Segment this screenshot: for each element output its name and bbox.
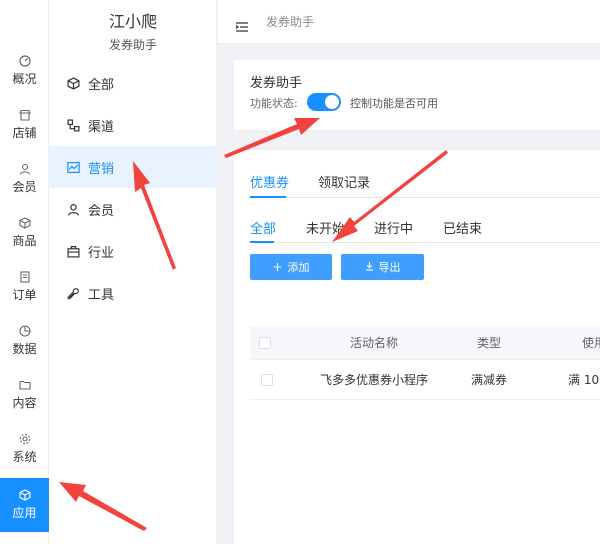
- user-icon: [19, 163, 31, 175]
- briefcase-icon: [67, 245, 80, 258]
- cube-icon: [18, 489, 31, 501]
- export-button[interactable]: 导出: [341, 254, 424, 280]
- plugin-status-card: 发券助手 功能状态: 控制功能是否可用: [234, 60, 600, 130]
- sidebar-item-label: 会员: [88, 203, 115, 219]
- rail-item-content[interactable]: 内容: [0, 370, 49, 420]
- channel-icon: [67, 118, 80, 132]
- column-header-type: 类型: [477, 336, 502, 350]
- cell-usage: 满 100: [568, 373, 600, 387]
- add-button[interactable]: + 添加: [250, 254, 332, 280]
- add-button-label: 添加: [287, 261, 310, 274]
- rail-item-label: 会员: [12, 180, 37, 194]
- primary-nav-rail: 概况 店铺 会员 商品 订单 数据 内容 系统 应用: [0, 0, 49, 544]
- download-icon: [365, 260, 374, 274]
- tab-coupons[interactable]: 优惠券: [250, 172, 289, 191]
- rail-item-label: 数据: [12, 342, 37, 356]
- cell-activity-name: 飞多多优惠券小程序: [320, 373, 429, 387]
- sidebar-item-label: 营销: [88, 161, 115, 177]
- rail-item-data[interactable]: 数据: [0, 316, 49, 366]
- main-tabs: 优惠券 领取记录: [250, 170, 600, 198]
- rail-item-order[interactable]: 订单: [0, 262, 49, 312]
- tab-active-indicator: [250, 241, 274, 243]
- pie-icon: [18, 325, 31, 337]
- sidebar-item-tools[interactable]: 工具: [49, 272, 217, 314]
- shop-icon: [18, 109, 31, 121]
- status-tabs: 全部 未开始 进行中 已结束: [250, 216, 600, 243]
- rail-item-shop[interactable]: 店铺: [0, 100, 49, 150]
- cell-type: 满减券: [471, 373, 508, 387]
- sidebar-item-label: 工具: [88, 287, 115, 303]
- rail-item-goods[interactable]: 商品: [0, 208, 49, 258]
- sidebar-item-member[interactable]: 会员: [49, 188, 217, 230]
- sidebar-item-marketing[interactable]: 营销: [49, 146, 217, 188]
- box-icon: [18, 217, 31, 229]
- sidebar-item-label: 全部: [88, 77, 115, 93]
- sidebar-item-label: 行业: [88, 245, 115, 261]
- secondary-sidebar: 江小爬 发券助手 全部 渠道 营销 会员 行业 工具: [49, 0, 217, 544]
- tab-status-all[interactable]: 全部: [250, 218, 276, 237]
- table-row[interactable]: 飞多多优惠券小程序 满减券 满 100: [250, 360, 600, 400]
- dashboard-icon: [18, 55, 31, 67]
- tab-active-indicator: [250, 196, 286, 198]
- status-label: 功能状态:: [250, 97, 298, 110]
- sidebar-item-label: 渠道: [88, 119, 115, 135]
- rail-item-label: 应用: [12, 506, 37, 520]
- rail-item-overview[interactable]: 概况: [0, 46, 49, 96]
- column-header-name: 活动名称: [350, 336, 399, 350]
- chart-icon: [67, 161, 80, 174]
- row-checkbox[interactable]: [261, 360, 273, 399]
- user-icon: [67, 203, 80, 216]
- export-button-label: 导出: [378, 261, 401, 274]
- plus-icon: +: [272, 260, 283, 274]
- app-window: 概况 店铺 会员 商品 订单 数据 内容 系统 应用 江小爬 发券助手 全部 渠…: [0, 0, 600, 544]
- column-header-usage: 使用: [582, 336, 600, 350]
- sidebar-item-all[interactable]: 全部: [49, 62, 217, 104]
- folder-icon: [18, 379, 31, 391]
- toggle-knob: [325, 95, 339, 109]
- rail-item-label: 内容: [12, 396, 37, 410]
- rail-item-system[interactable]: 系统: [0, 424, 49, 474]
- menu-fold-icon[interactable]: [235, 17, 248, 32]
- toggle-description: 控制功能是否可用: [350, 97, 438, 110]
- table-header: 活动名称 类型 使用: [250, 326, 600, 360]
- breadcrumb[interactable]: 发券助手: [266, 13, 314, 30]
- brand-title: 江小爬: [108, 12, 157, 31]
- tab-status-not-started[interactable]: 未开始: [306, 218, 345, 237]
- rail-item-label: 概况: [12, 72, 37, 86]
- plugin-title: 发券助手: [250, 76, 303, 91]
- tab-claim-records[interactable]: 领取记录: [318, 172, 370, 191]
- select-all-checkbox[interactable]: [259, 326, 271, 359]
- tab-status-in-progress[interactable]: 进行中: [374, 218, 413, 237]
- feature-toggle[interactable]: [307, 93, 341, 111]
- order-icon: [19, 271, 31, 283]
- coupon-panel: 优惠券 领取记录 全部 未开始 进行中 已结束 + 添加 导出 活动名称 类型 …: [234, 150, 600, 544]
- rail-item-apps[interactable]: 应用: [0, 478, 49, 532]
- rail-item-member[interactable]: 会员: [0, 154, 49, 204]
- wrench-icon: [67, 287, 80, 300]
- rail-item-label: 订单: [12, 288, 37, 302]
- brand-subtitle: 发券助手: [108, 38, 157, 52]
- rail-item-label: 商品: [12, 234, 37, 248]
- tab-status-ended[interactable]: 已结束: [443, 218, 482, 237]
- gear-icon: [19, 433, 31, 445]
- cube-icon: [67, 76, 80, 90]
- rail-item-label: 系统: [12, 450, 37, 464]
- top-header: 发券助手: [218, 0, 600, 44]
- rail-item-label: 店铺: [12, 126, 37, 140]
- sidebar-item-industry[interactable]: 行业: [49, 230, 217, 272]
- sidebar-item-channel[interactable]: 渠道: [49, 104, 217, 146]
